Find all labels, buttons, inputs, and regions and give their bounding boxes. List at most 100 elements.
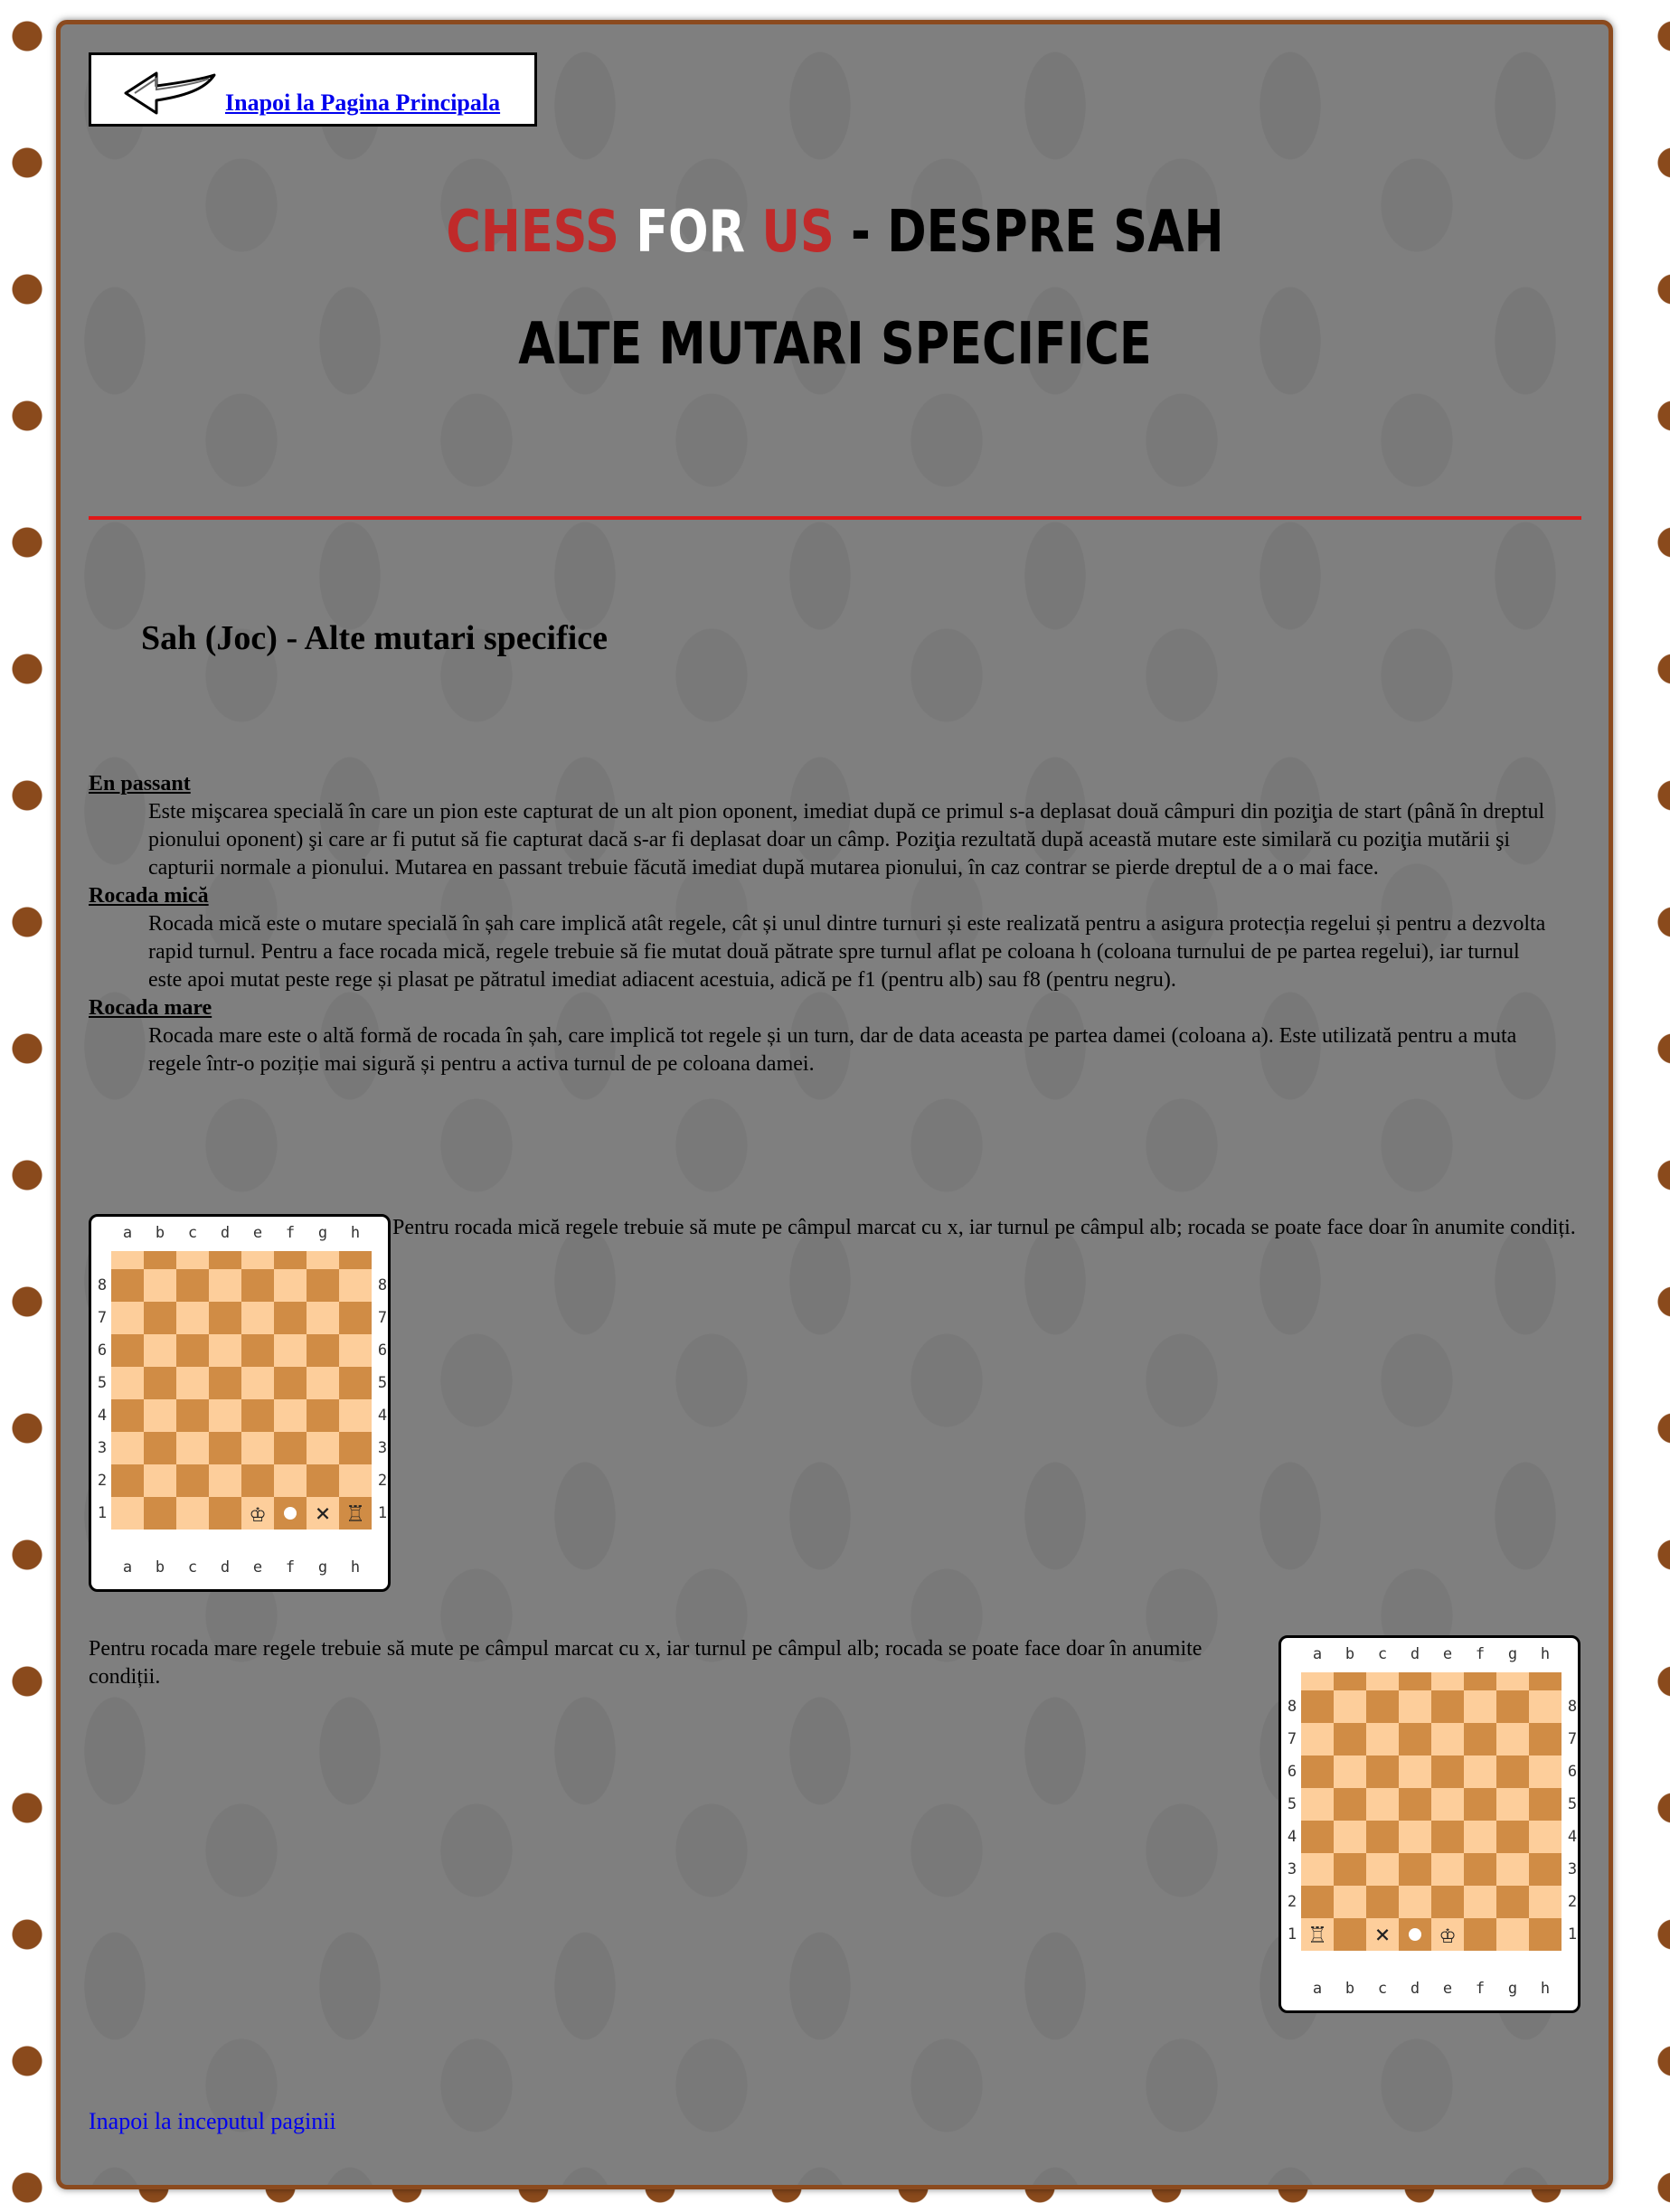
board-square <box>241 1269 274 1302</box>
term-rocada-mica: Rocada mică <box>89 884 209 908</box>
back-arrow-icon[interactable] <box>120 66 220 118</box>
board-square <box>111 1302 144 1334</box>
file-label: c <box>187 1224 198 1242</box>
rank-label: 6 <box>377 1341 388 1360</box>
board-square <box>307 1302 339 1334</box>
board-square <box>1431 1853 1464 1886</box>
board-square <box>111 1367 144 1399</box>
board-square <box>274 1269 307 1302</box>
board-square <box>144 1464 176 1497</box>
rank-label: 5 <box>1287 1795 1297 1813</box>
board-square <box>1366 1723 1399 1755</box>
rank-label: 7 <box>377 1309 388 1327</box>
file-label: h <box>350 1558 361 1577</box>
board-square <box>1496 1788 1529 1821</box>
back-link-box[interactable]: Inapoi la Pagina Principala <box>89 52 537 127</box>
board-square <box>111 1432 144 1464</box>
board-square <box>176 1399 209 1432</box>
definition-rocada-mare: Rocada mare este o altă formă de rocada … <box>148 1024 1517 1076</box>
board-square <box>1496 1672 1529 1690</box>
x-mark-icon: × <box>1366 1918 1399 1951</box>
white-king-icon: ♔ <box>1431 1918 1464 1951</box>
board-square <box>144 1269 176 1302</box>
file-label: d <box>1410 1980 1420 1998</box>
file-label: h <box>350 1224 361 1242</box>
board-file-labels-bottom: a b c d e f g h <box>1301 1980 1561 1998</box>
file-label: e <box>1442 1980 1453 1998</box>
white-rook-icon: ♖ <box>339 1497 372 1530</box>
board-square <box>1496 1821 1529 1853</box>
board-square <box>111 1497 144 1530</box>
board-square <box>1529 1853 1561 1886</box>
board-square <box>176 1302 209 1334</box>
board-square <box>1399 1853 1431 1886</box>
chessboard-large-castling: a b c d e f g h a b c d e f g h 8 7 6 5 4 3 2 1 8 7 6 5 4 3 2 1 ♖ × ♔ <box>1278 1635 1580 2013</box>
board-square <box>339 1399 372 1432</box>
white-dot-icon <box>1409 1928 1421 1941</box>
file-label: f <box>285 1224 296 1242</box>
file-label: h <box>1540 1980 1551 1998</box>
board-square <box>111 1334 144 1367</box>
file-label: a <box>122 1558 133 1577</box>
board-square <box>307 1251 339 1269</box>
file-label: f <box>285 1558 296 1577</box>
white-dot-icon <box>284 1507 297 1520</box>
back-to-top-link[interactable]: Inapoi la inceputul paginii <box>89 2108 336 2135</box>
board-square <box>1301 1723 1334 1755</box>
rank-label: 4 <box>377 1407 388 1425</box>
board-square <box>209 1367 241 1399</box>
board-square <box>1464 1723 1496 1755</box>
board-square <box>1431 1821 1464 1853</box>
brand-rest: - Despre Sah <box>851 199 1224 266</box>
board-square <box>209 1432 241 1464</box>
file-label: e <box>252 1558 263 1577</box>
definition-en-passant: Este mişcarea specială în care un pion e… <box>148 800 1545 880</box>
board-square <box>209 1497 241 1530</box>
board-square <box>339 1251 372 1269</box>
back-to-home-link[interactable]: Inapoi la Pagina Principala <box>225 89 500 117</box>
file-label: g <box>1507 1645 1518 1663</box>
file-label: b <box>155 1558 165 1577</box>
board-square <box>241 1302 274 1334</box>
board-square <box>1334 1788 1366 1821</box>
chessboard-small-castling: a b c d e f g h a b c d e f g h 8 7 6 5 4 3 2 1 8 7 6 5 4 3 2 1 ♔ × ♖ <box>89 1214 391 1592</box>
board-square <box>176 1367 209 1399</box>
board-square <box>209 1302 241 1334</box>
file-label: b <box>1344 1980 1355 1998</box>
large-castling-caption: Pentru rocada mare regele trebuie să mut… <box>89 1637 1203 1689</box>
board-square <box>339 1367 372 1399</box>
board-square <box>307 1399 339 1432</box>
brand-for: for <box>636 199 746 266</box>
board-square <box>307 1464 339 1497</box>
board-square <box>241 1432 274 1464</box>
board-square <box>1301 1886 1334 1918</box>
board-square <box>1334 1755 1366 1788</box>
board-square <box>241 1367 274 1399</box>
board-square <box>111 1269 144 1302</box>
board-square <box>1334 1821 1366 1853</box>
board-grid: ♔ × ♖ <box>111 1251 372 1551</box>
board-square <box>1334 1672 1366 1690</box>
rank-label: 2 <box>1287 1893 1297 1911</box>
board-square <box>1334 1690 1366 1723</box>
board-square <box>111 1399 144 1432</box>
board-square <box>1464 1918 1496 1951</box>
brand-chess: Chess <box>446 199 619 266</box>
board-square <box>209 1269 241 1302</box>
rank-label: 3 <box>1287 1860 1297 1878</box>
board-square <box>1431 1788 1464 1821</box>
board-square <box>1399 1672 1431 1690</box>
board-square <box>1366 1821 1399 1853</box>
board-square <box>1334 1918 1366 1951</box>
section-heading: Sah (Joc) - Alte mutari specifice <box>141 619 609 657</box>
board-square <box>111 1251 144 1269</box>
white-rook-icon: ♖ <box>1301 1918 1334 1951</box>
rank-label: 3 <box>97 1439 108 1457</box>
board-square <box>339 1334 372 1367</box>
board-square <box>144 1334 176 1367</box>
rank-label: 4 <box>1567 1828 1578 1846</box>
board-square <box>1529 1672 1561 1690</box>
board-file-labels-bottom: a b c d e f g h <box>111 1558 372 1577</box>
board-square <box>176 1269 209 1302</box>
board-square <box>1464 1690 1496 1723</box>
